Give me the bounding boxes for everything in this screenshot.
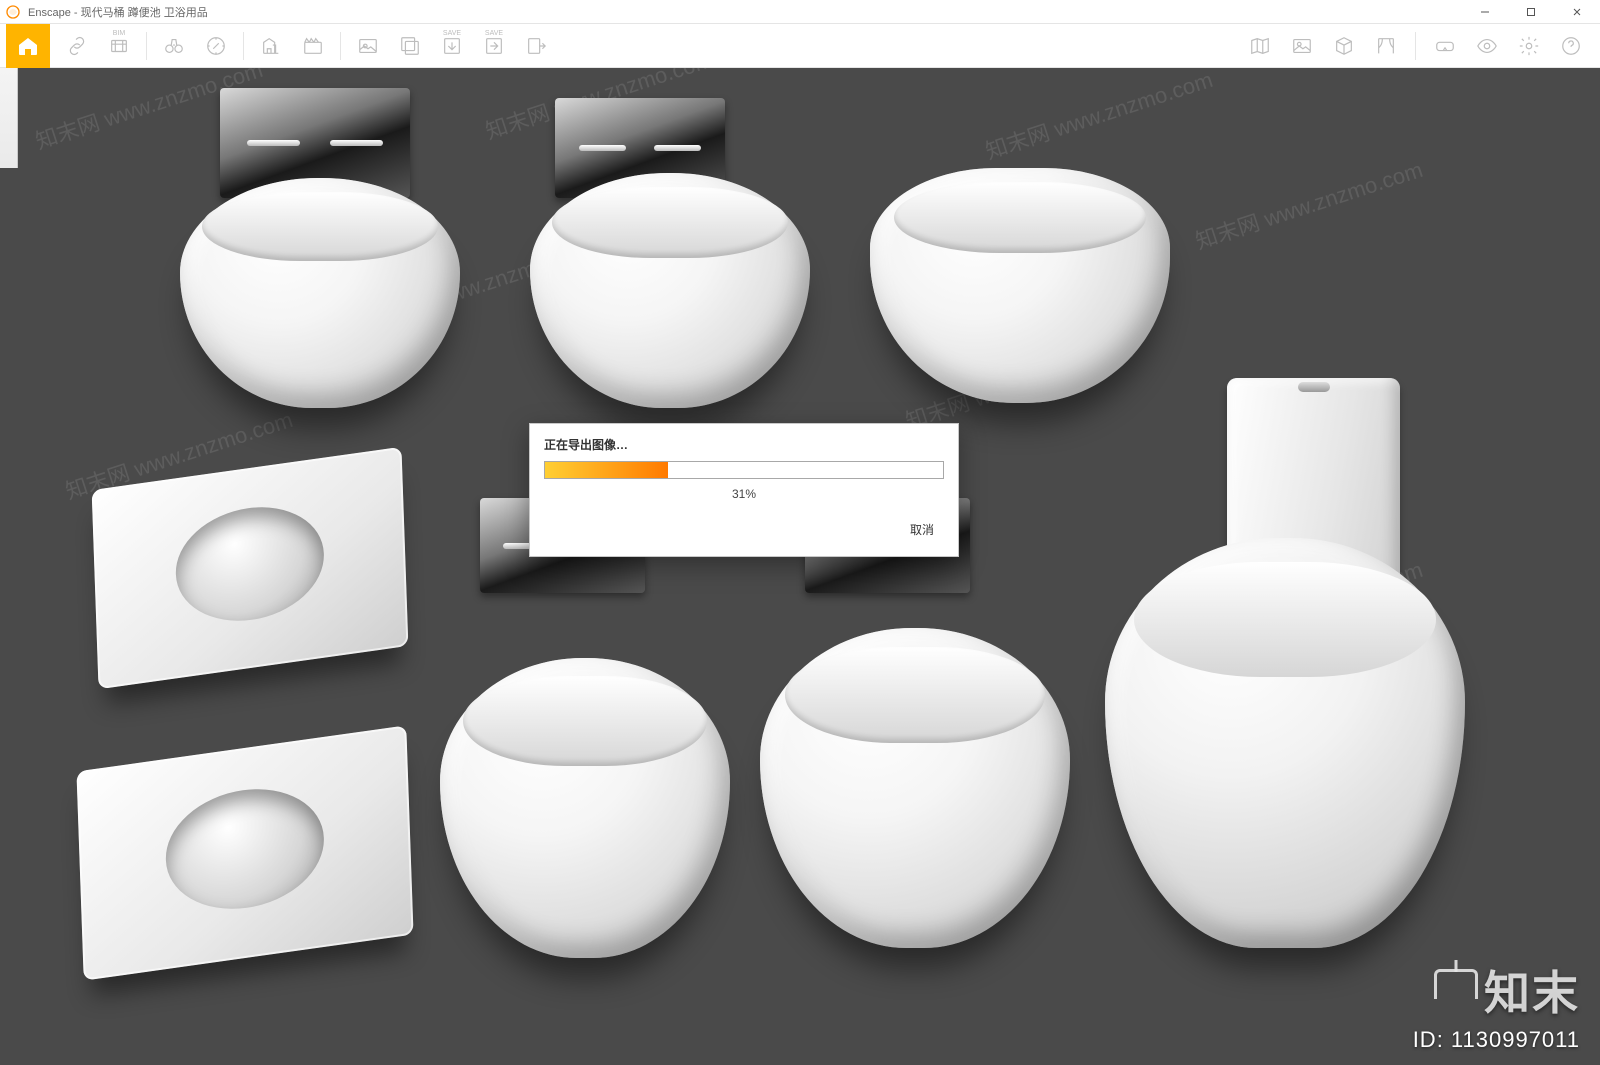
export-progress-dialog: 正在导出图像… 31% 取消	[529, 423, 959, 557]
help-icon[interactable]	[1558, 33, 1584, 59]
cancel-button[interactable]: 取消	[902, 517, 942, 542]
wall-toilet-model	[760, 628, 1070, 948]
window-minimize-button[interactable]	[1462, 0, 1508, 24]
vr-headset-icon[interactable]	[1432, 33, 1458, 59]
wall-toilet-model	[180, 178, 460, 408]
watermark-text: 知末网 www.znzmo.com	[981, 68, 1216, 166]
export-icon[interactable]	[523, 33, 549, 59]
app-icon	[4, 3, 22, 21]
map-icon[interactable]	[1247, 33, 1273, 59]
wall-toilet-model	[440, 658, 730, 958]
squat-pan-model	[76, 725, 413, 980]
brand-cap-icon	[1434, 969, 1478, 999]
titlebar: Enscape - 现代马桶 蹲便池 卫浴用品	[0, 0, 1600, 24]
bim-icon[interactable]: BIM	[106, 33, 132, 59]
toolbar: BIM SAVE SAVE	[0, 24, 1600, 68]
bim-label: BIM	[113, 30, 125, 37]
building-icon[interactable]	[258, 33, 284, 59]
watermark-text: 知末网 www.znzmo.com	[1191, 152, 1426, 256]
viewport-3d[interactable]: 知末网 www.znzmo.com 知末网 www.znzmo.com 知末网 …	[0, 68, 1600, 1065]
asset-id: ID: 1130997011	[1413, 1027, 1580, 1053]
eye-icon[interactable]	[1474, 33, 1500, 59]
squat-pan-model	[92, 447, 409, 690]
image-icon[interactable]	[1289, 33, 1315, 59]
save-caption: SAVE	[443, 30, 461, 37]
compass-icon[interactable]	[203, 33, 229, 59]
progress-percent: 31%	[530, 479, 958, 505]
progress-bar-fill	[545, 462, 668, 478]
window-close-button[interactable]	[1554, 0, 1600, 24]
link-icon[interactable]	[64, 33, 90, 59]
site-brand-watermark: 知末	[1434, 957, 1580, 1023]
clapperboard-icon[interactable]	[300, 33, 326, 59]
wall-toilet-model	[870, 168, 1170, 403]
brand-text: 知末	[1484, 957, 1580, 1023]
toolbar-separator	[1415, 32, 1416, 60]
close-coupled-toilet-model	[1105, 378, 1465, 948]
dialog-title: 正在导出图像…	[530, 424, 958, 461]
host-app-edge	[0, 68, 18, 168]
toolbar-home-tab[interactable]	[6, 24, 50, 68]
batch-render-icon[interactable]	[397, 33, 423, 59]
gear-icon[interactable]	[1516, 33, 1542, 59]
binoculars-icon[interactable]	[161, 33, 187, 59]
save-caption-2: SAVE	[485, 30, 503, 37]
box-icon[interactable]	[1331, 33, 1357, 59]
progress-bar	[544, 461, 944, 479]
export-save-icon[interactable]: SAVE	[439, 33, 465, 59]
window-title: Enscape - 现代马桶 蹲便池 卫浴用品	[26, 4, 1462, 20]
wall-toilet-model	[530, 173, 810, 408]
window-maximize-button[interactable]	[1508, 0, 1554, 24]
screenshot-icon[interactable]	[355, 33, 381, 59]
export-save-alt-icon[interactable]: SAVE	[481, 33, 507, 59]
curtain-icon[interactable]	[1373, 33, 1399, 59]
